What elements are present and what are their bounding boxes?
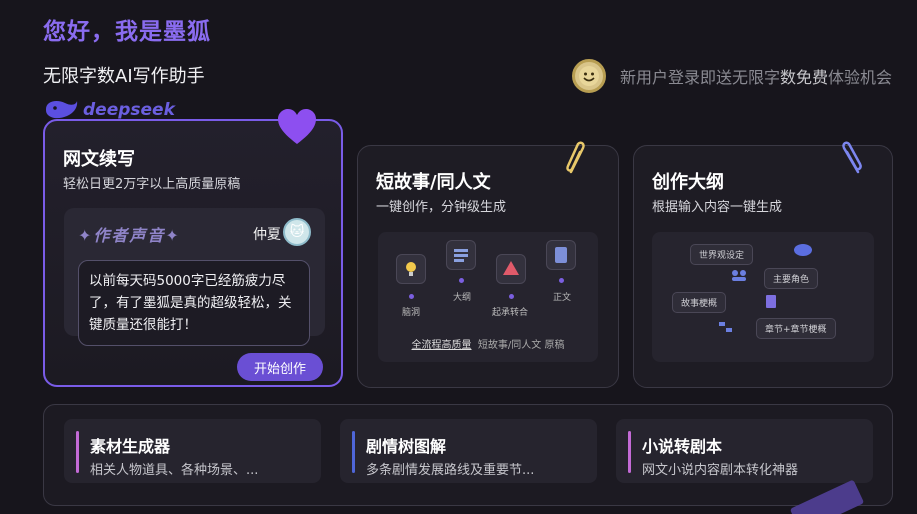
- node-label: 大纲: [453, 293, 472, 303]
- flow-dot: [509, 294, 514, 299]
- tool-accent-bar: [352, 431, 355, 473]
- author-name: 仲夏: [253, 227, 281, 243]
- node-label: 起承转合: [492, 308, 529, 318]
- paperclip-icon: [566, 141, 585, 174]
- greeting-title: 您好，我是墨狐: [43, 19, 211, 45]
- card-web-novel[interactable]: 网文续写 轻松日更2万字以上高质量原稿 ✦作者声音✦ 仲夏 🐱 以前每天码500…: [43, 119, 343, 387]
- structure-icon: [496, 254, 526, 284]
- tool-desc: 相关人物道具、各种场景、...: [90, 463, 259, 478]
- start-creating-button[interactable]: 开始创作: [237, 353, 323, 381]
- tool-title: 小说转剧本: [642, 437, 723, 456]
- card-desc: 一键创作，分钟级生成: [376, 200, 507, 215]
- heart-icon: [278, 109, 316, 144]
- tool-title: 素材生成器: [90, 437, 171, 456]
- tool-desc: 多条剧情发展路线及重要节...: [366, 463, 535, 478]
- decorative-ribbon: [789, 479, 865, 514]
- lightbulb-icon: [396, 254, 426, 284]
- workflow-diagram: 脑洞 大纲 起承转合 正文 全流程高质量 短故事/同人文 原稿: [378, 232, 598, 362]
- promo-text: 新用户登录即送无限字数免费体验机会: [619, 68, 892, 87]
- paperclip-icon: [842, 141, 862, 174]
- tool-title: 剧情树图解: [366, 437, 447, 456]
- book-icon: [794, 244, 812, 256]
- card-title: 创作大纲: [652, 172, 724, 193]
- tool-desc: 网文小说内容剧本转化神器: [642, 463, 799, 478]
- smiley-coin-icon: [571, 59, 606, 93]
- node-label: 脑洞: [402, 308, 421, 318]
- flow-dot: [409, 294, 414, 299]
- avatar: 🐱: [283, 218, 311, 246]
- card-short-story[interactable]: 短故事/同人文 一键创作，分钟级生成 脑洞 大纲 起承转合 正文 全流程高质量 …: [357, 145, 619, 388]
- outline-icon: [446, 240, 476, 270]
- tool-novel-to-script[interactable]: 小说转剧本 网文小说内容剧本转化神器: [616, 419, 873, 483]
- voice-title: ✦作者声音✦: [78, 226, 181, 245]
- outline-tag: 故事梗概: [672, 292, 727, 313]
- flow-footer: 全流程高质量 短故事/同人文 原稿: [411, 340, 565, 351]
- tool-accent-bar: [76, 431, 79, 473]
- chapters-icon: [719, 322, 732, 332]
- document-icon: [546, 240, 576, 270]
- card-outline[interactable]: 创作大纲 根据输入内容一键生成 世界观设定 主要角色 故事梗概 章节+章节梗概: [633, 145, 893, 388]
- people-icon: [732, 270, 746, 281]
- flow-dot: [559, 278, 564, 283]
- app-subtitle: 无限字数AI写作助手: [43, 66, 205, 87]
- card-desc: 轻松日更2万字以上高质量原稿: [63, 177, 241, 192]
- promo-banner[interactable]: 新用户登录即送无限字数免费体验机会: [571, 59, 892, 93]
- tool-plot-tree[interactable]: 剧情树图解 多条剧情发展路线及重要节...: [340, 419, 597, 483]
- outline-tag: 章节+章节梗概: [756, 318, 836, 339]
- card-title: 短故事/同人文: [376, 172, 491, 193]
- tool-material-generator[interactable]: 素材生成器 相关人物道具、各种场景、...: [64, 419, 321, 483]
- outline-mindmap: 世界观设定 主要角色 故事梗概 章节+章节梗概: [652, 232, 874, 362]
- outline-tag: 世界观设定: [690, 244, 754, 265]
- card-desc: 根据输入内容一键生成: [652, 200, 783, 215]
- tool-accent-bar: [628, 431, 631, 473]
- page-icon: [766, 295, 776, 308]
- card-title: 网文续写: [63, 149, 135, 170]
- node-label: 正文: [553, 293, 572, 303]
- flow-dot: [459, 278, 464, 283]
- tools-panel: 素材生成器 相关人物道具、各种场景、... 剧情树图解 多条剧情发展路线及重要节…: [43, 404, 893, 514]
- outline-tag: 主要角色: [764, 268, 819, 289]
- testimonial-quote: 以前每天码5000字已经筋疲力尽了，有了墨狐是真的超级轻松，关键质量还很能打！: [78, 260, 310, 346]
